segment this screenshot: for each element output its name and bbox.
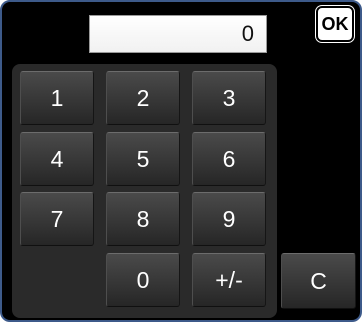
clear-button[interactable]: C [281,253,356,309]
key-1[interactable]: 1 [20,71,94,125]
key-5[interactable]: 5 [106,132,180,186]
key-8[interactable]: 8 [106,192,180,246]
key-3[interactable]: 3 [192,71,266,125]
key-7[interactable]: 7 [20,192,94,246]
number-display: 0 [89,15,267,53]
key-plus-minus[interactable]: +/- [192,253,266,307]
key-0[interactable]: 0 [106,253,180,307]
key-6[interactable]: 6 [192,132,266,186]
key-9[interactable]: 9 [192,192,266,246]
numeric-keypad-dialog: 0 OK 1 2 3 4 5 6 7 8 9 0 +/- C [0,0,362,322]
key-4[interactable]: 4 [20,132,94,186]
ok-button[interactable]: OK [316,6,354,42]
key-2[interactable]: 2 [106,71,180,125]
